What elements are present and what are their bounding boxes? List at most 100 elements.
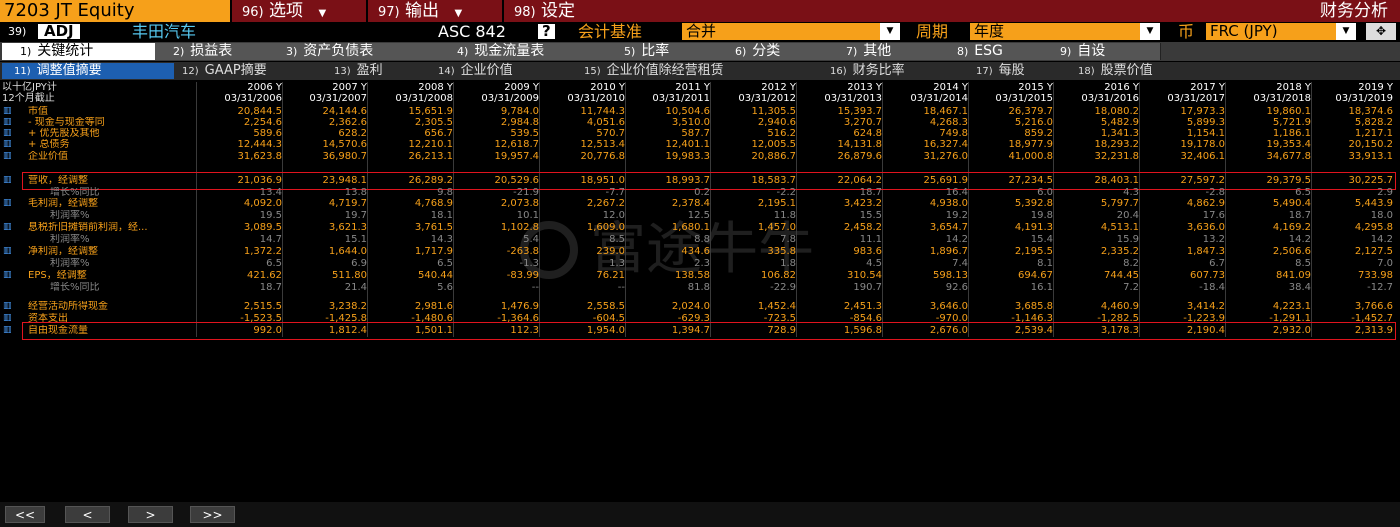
table-cell: 2,940.6	[757, 117, 796, 128]
table-cell: 3,646.0	[929, 301, 968, 312]
chevron-down-icon[interactable]: ▼	[1336, 23, 1356, 40]
table-cell: 3,089.5	[243, 222, 282, 233]
date-header: 03/31/2011	[652, 93, 710, 104]
first-page-button[interactable]: <<	[5, 506, 45, 523]
table-cell: 32,406.1	[1180, 151, 1225, 162]
table-cell: 11,744.3	[580, 106, 625, 117]
table-cell: 26,879.6	[837, 151, 882, 162]
table-cell: 1,476.9	[500, 301, 539, 312]
tab-ratios[interactable]: 5) 比率	[606, 43, 735, 60]
chart-icon[interactable]: ▥	[3, 314, 15, 323]
table-cell: 3,510.0	[671, 117, 710, 128]
chart-icon[interactable]: ▥	[3, 199, 15, 208]
table-cell: 983.6	[853, 246, 882, 257]
help-button[interactable]: ?	[538, 24, 555, 39]
table-cell: 2,378.4	[671, 198, 710, 209]
table-cell: 3,238.2	[328, 301, 367, 312]
table-cell: 19.7	[344, 210, 367, 221]
chart-icon[interactable]: ▥	[3, 129, 15, 138]
chart-icon[interactable]: ▥	[3, 223, 15, 232]
tab-key-stats[interactable]: 1) 关键统计	[2, 43, 173, 60]
table-cell: 26,213.1	[408, 151, 453, 162]
tab-label: 股票价值	[1100, 63, 1153, 78]
tab-number: 18)	[1078, 66, 1095, 77]
tab-stock-value[interactable]: 18) 股票价值	[1066, 63, 1218, 79]
chevron-down-icon[interactable]: ▼	[880, 23, 900, 40]
table-cell: 2,981.6	[414, 301, 453, 312]
next-page-button[interactable]: >	[128, 506, 173, 523]
menu-number: 98)	[514, 5, 536, 20]
tab-adjusted-summary[interactable]: 11) 调整值摘要	[2, 63, 174, 79]
tab-per-share[interactable]: 17) 每股	[964, 63, 1076, 79]
tab-number: 13)	[334, 66, 351, 77]
table-cell: 81.8	[687, 282, 710, 293]
tab-financial-ratios[interactable]: 16) 财务比率	[818, 63, 980, 79]
options-menu[interactable]: 96) 选项 ▼	[230, 0, 376, 22]
menu-label: 选项	[269, 1, 304, 21]
period-label: 周期	[916, 22, 949, 41]
table-cell: 3,423.2	[843, 198, 882, 209]
tab-enterprise-value[interactable]: 14) 企业价值	[426, 63, 580, 79]
table-cell: 5,721.9	[1272, 117, 1311, 128]
chart-icon[interactable]: ▥	[3, 302, 15, 311]
settings-menu[interactable]: 98) 设定	[502, 0, 626, 22]
table-cell: 19,983.3	[665, 151, 710, 162]
chart-icon[interactable]: ▥	[3, 152, 15, 161]
table-cell: 19.8	[1030, 210, 1053, 221]
chart-icon[interactable]: ▥	[3, 118, 15, 127]
row-label: 增长%同比	[50, 187, 100, 198]
year-header: 2009 Y	[504, 82, 539, 93]
tab-balance-sheet[interactable]: 3) 资产负债表	[268, 43, 457, 60]
last-page-button[interactable]: >>	[190, 506, 235, 523]
tab-label: GAAP摘要	[204, 63, 267, 78]
tab-number: 2)	[173, 45, 185, 58]
tab-other[interactable]: 7) 其他	[828, 43, 957, 60]
prev-page-button[interactable]: <	[65, 506, 110, 523]
table-cell: 18.0	[1370, 210, 1393, 221]
row-label: 企业价值	[28, 151, 68, 162]
table-cell: 20,844.5	[237, 106, 282, 117]
chart-icon[interactable]: ▥	[3, 271, 15, 280]
currency-select[interactable]: FRC (JPY)	[1206, 23, 1338, 40]
tab-ev-ex-leases[interactable]: 15) 企业价值除经营租赁	[572, 63, 824, 79]
chart-icon[interactable]: ▥	[3, 107, 15, 116]
row-label: 经营活动所得现金	[28, 301, 108, 312]
tab-segments[interactable]: 6) 分类	[717, 43, 846, 60]
chart-icon[interactable]: ▥	[3, 140, 15, 149]
row-label: + 优先股及其他	[28, 128, 100, 139]
table-cell: 34,677.8	[1266, 151, 1311, 162]
tab-custom[interactable]: 9) 自设	[1042, 43, 1161, 60]
chart-icon[interactable]: ▥	[3, 247, 15, 256]
chevron-down-icon[interactable]: ▼	[1140, 23, 1160, 40]
date-header: 03/31/2015	[995, 93, 1053, 104]
table-cell: 8.1	[1037, 258, 1053, 269]
table-cell: 2,451.3	[843, 301, 882, 312]
adj-button[interactable]: ADJ	[38, 24, 80, 39]
table-cell: 2,335.2	[1100, 246, 1139, 257]
table-cell: 13.4	[259, 187, 282, 198]
export-menu[interactable]: 97) 输出 ▼	[366, 0, 512, 22]
ticker-field[interactable]: 7203 JT Equity	[0, 0, 232, 22]
tab-gaap-summary[interactable]: 12) GAAP摘要	[170, 63, 332, 79]
tab-label: 企业价值除经营租赁	[606, 63, 724, 78]
basis-select[interactable]: 合并	[682, 23, 882, 40]
table-cell: 335.8	[767, 246, 796, 257]
chart-icon[interactable]: ▥	[3, 326, 15, 335]
table-cell: 1,644.0	[328, 246, 367, 257]
tab-earnings[interactable]: 13) 盈利	[322, 63, 434, 79]
table-cell: 2,362.6	[328, 117, 367, 128]
period-select[interactable]: 年度	[970, 23, 1142, 40]
date-header: 03/31/2006	[224, 93, 282, 104]
tab-number: 3)	[286, 45, 298, 58]
tab-number: 6)	[735, 45, 747, 58]
row-label: 增长%同比	[50, 282, 100, 293]
table-cell: 1.3	[609, 258, 625, 269]
table-cell: 5,482.9	[1100, 117, 1139, 128]
row-label: - 现金与现金等同	[28, 117, 105, 128]
chart-icon[interactable]: ▥	[3, 176, 15, 185]
table-cell: 540.44	[418, 270, 453, 281]
date-header: 03/31/2007	[309, 93, 367, 104]
tab-cash-flow[interactable]: 4) 现金流量表	[439, 43, 624, 60]
expand-icon[interactable]: ✥	[1366, 23, 1396, 40]
tab-income-statement[interactable]: 2) 损益表	[155, 43, 286, 60]
